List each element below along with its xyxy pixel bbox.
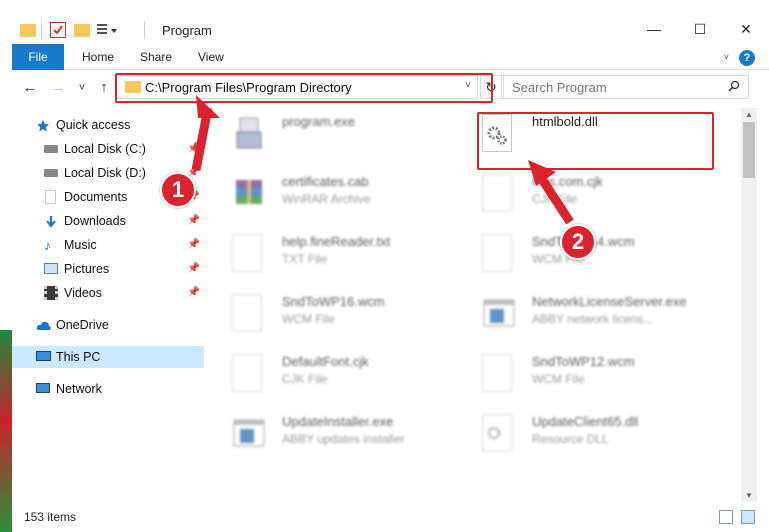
arrow-2 [536,173,574,225]
file-explorer-window: Program — ☐ ✕ File Home Share View ˅ ? ←… [0,0,769,532]
arrow-1-head [196,95,220,118]
callout-2: 2 [560,224,596,260]
callout-1: 1 [160,172,196,208]
annotation-arrows [191,95,574,225]
